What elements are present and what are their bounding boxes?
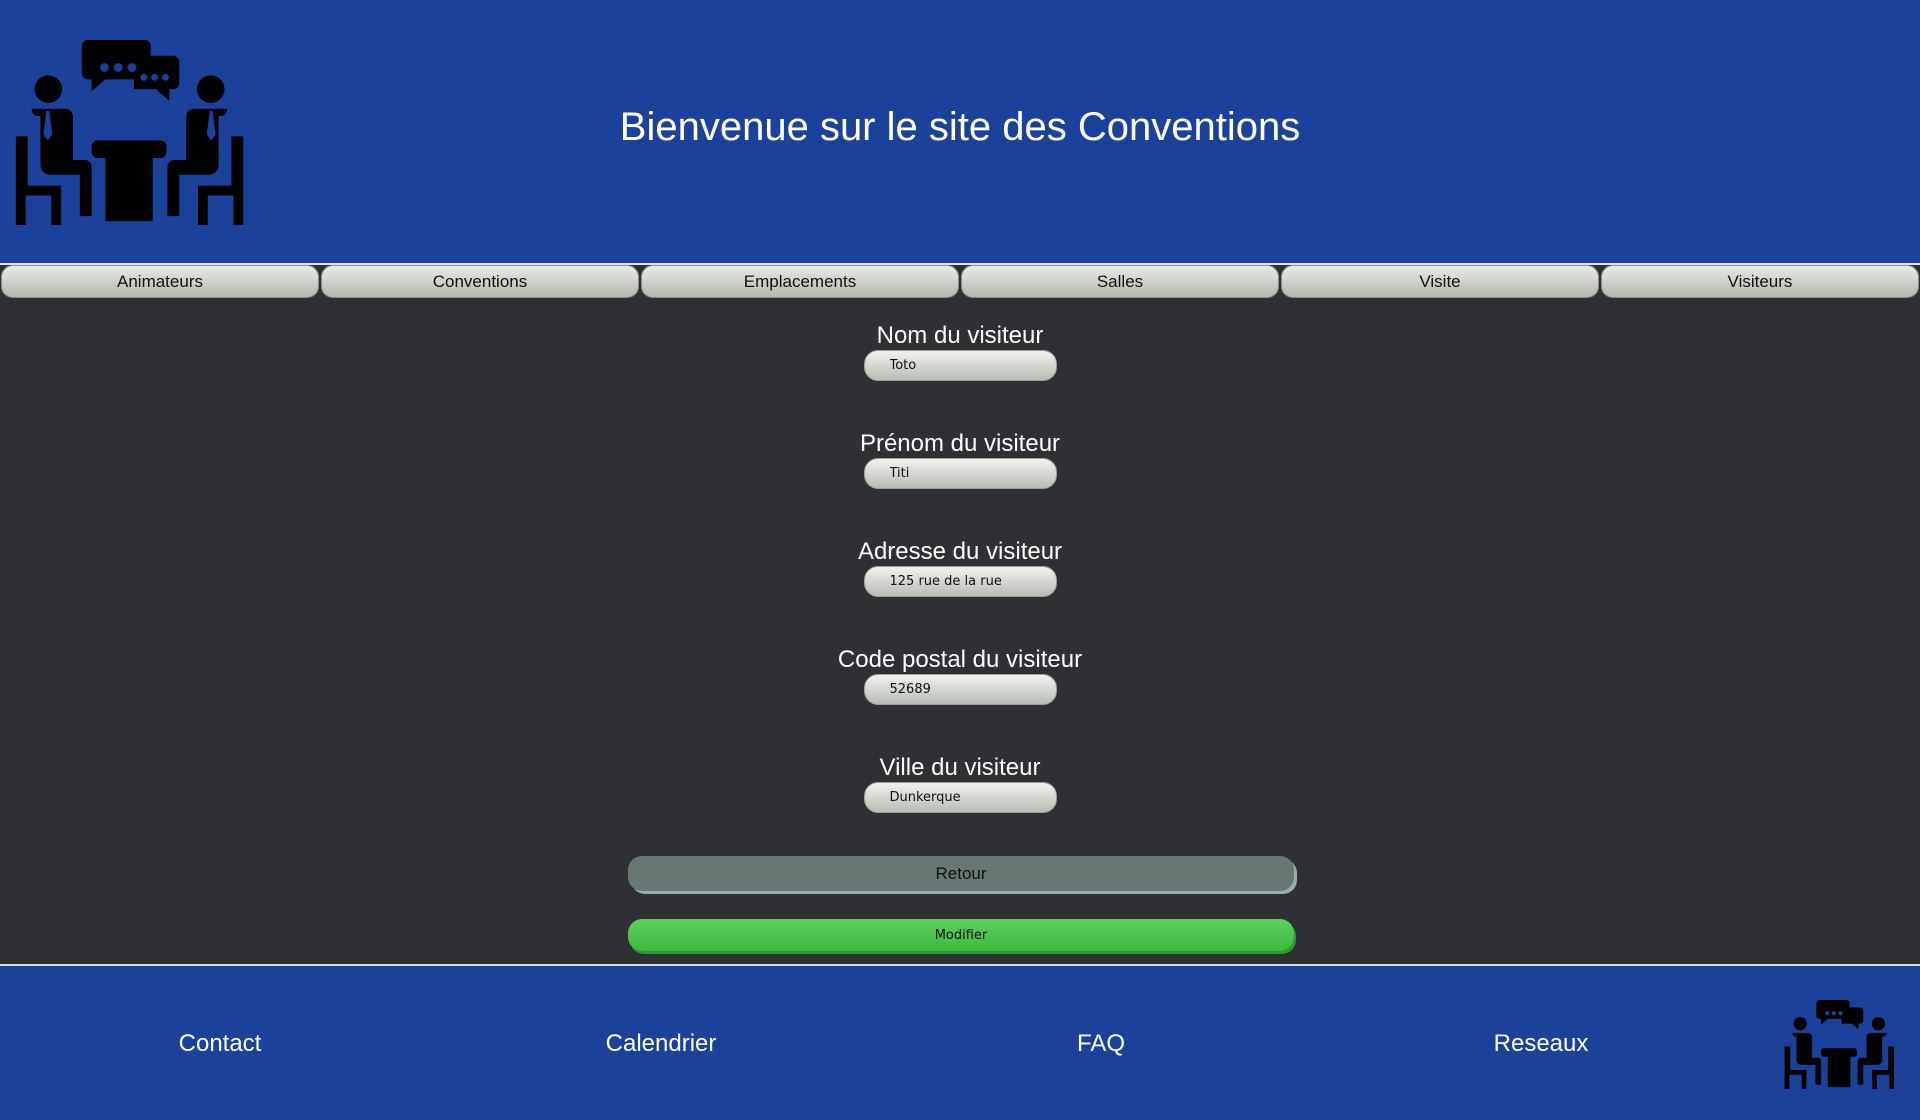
page-title: Bienvenue sur le site des Conventions	[619, 105, 1301, 149]
ville-input[interactable]	[863, 782, 1057, 813]
main-nav: Animateurs Conventions Emplacements Sall…	[0, 263, 1920, 298]
footer-link-contact[interactable]: Contact	[179, 1030, 262, 1058]
code-postal-input[interactable]	[863, 674, 1057, 705]
meeting-people-icon	[1784, 999, 1895, 1089]
footer-link-calendrier[interactable]: Calendrier	[606, 1030, 717, 1058]
field-prenom: Prénom du visiteur	[0, 430, 1920, 489]
field-label-adresse: Adresse du visiteur	[857, 538, 1063, 565]
nav-item-animateurs[interactable]: Animateurs	[1, 265, 319, 298]
footer-link-reseaux[interactable]: Reseaux	[1494, 1030, 1589, 1058]
nav-item-conventions[interactable]: Conventions	[321, 265, 639, 298]
field-label-code-postal: Code postal du visiteur	[837, 646, 1083, 673]
field-nom: Nom du visiteur	[0, 322, 1920, 381]
field-label-prenom: Prénom du visiteur	[859, 430, 1061, 457]
modify-button[interactable]: Modifier	[628, 919, 1294, 951]
site-footer: Contact Calendrier FAQ Reseaux	[0, 966, 1920, 1120]
field-label-nom: Nom du visiteur	[876, 322, 1044, 349]
nav-item-visiteurs[interactable]: Visiteurs	[1601, 265, 1919, 298]
field-ville: Ville du visiteur	[0, 754, 1920, 813]
nom-input[interactable]	[863, 350, 1057, 381]
nav-item-salles[interactable]: Salles	[961, 265, 1279, 298]
field-code-postal: Code postal du visiteur	[0, 646, 1920, 705]
nav-item-emplacements[interactable]: Emplacements	[641, 265, 959, 298]
footer-link-faq[interactable]: FAQ	[1077, 1030, 1125, 1058]
prenom-input[interactable]	[863, 458, 1057, 489]
adresse-input[interactable]	[863, 566, 1057, 597]
field-adresse: Adresse du visiteur	[0, 538, 1920, 597]
visitor-edit-form: Nom du visiteur Prénom du visiteur Adres…	[0, 298, 1920, 964]
field-label-ville: Ville du visiteur	[879, 754, 1041, 781]
nav-item-visite[interactable]: Visite	[1281, 265, 1599, 298]
site-header: Bienvenue sur le site des Conventions	[0, 0, 1920, 263]
back-button[interactable]: Retour	[628, 856, 1294, 891]
